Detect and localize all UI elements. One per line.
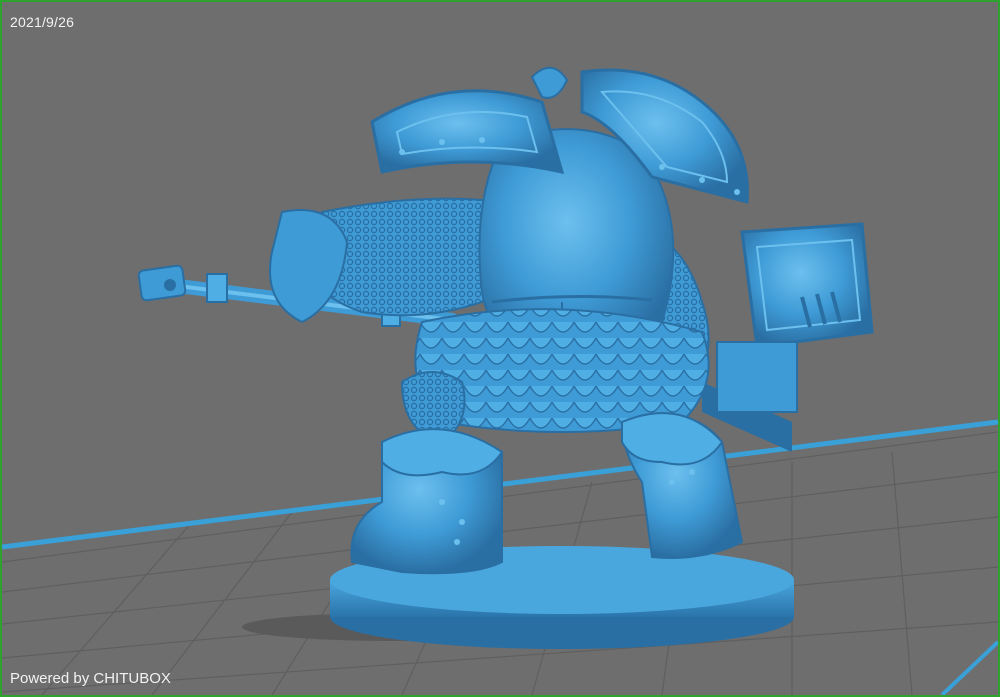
powered-by-label: Powered by CHITUBOX xyxy=(10,670,171,687)
window-frame: 2021/9/26 Powered by CHITUBOX xyxy=(0,0,1000,697)
hammer-head xyxy=(702,222,874,452)
miniature-warrior-model[interactable] xyxy=(137,66,874,575)
date-label: 2021/9/26 xyxy=(10,14,75,30)
scene-canvas[interactable] xyxy=(2,2,998,695)
3d-viewport[interactable]: 2021/9/26 Powered by CHITUBOX xyxy=(2,2,998,695)
